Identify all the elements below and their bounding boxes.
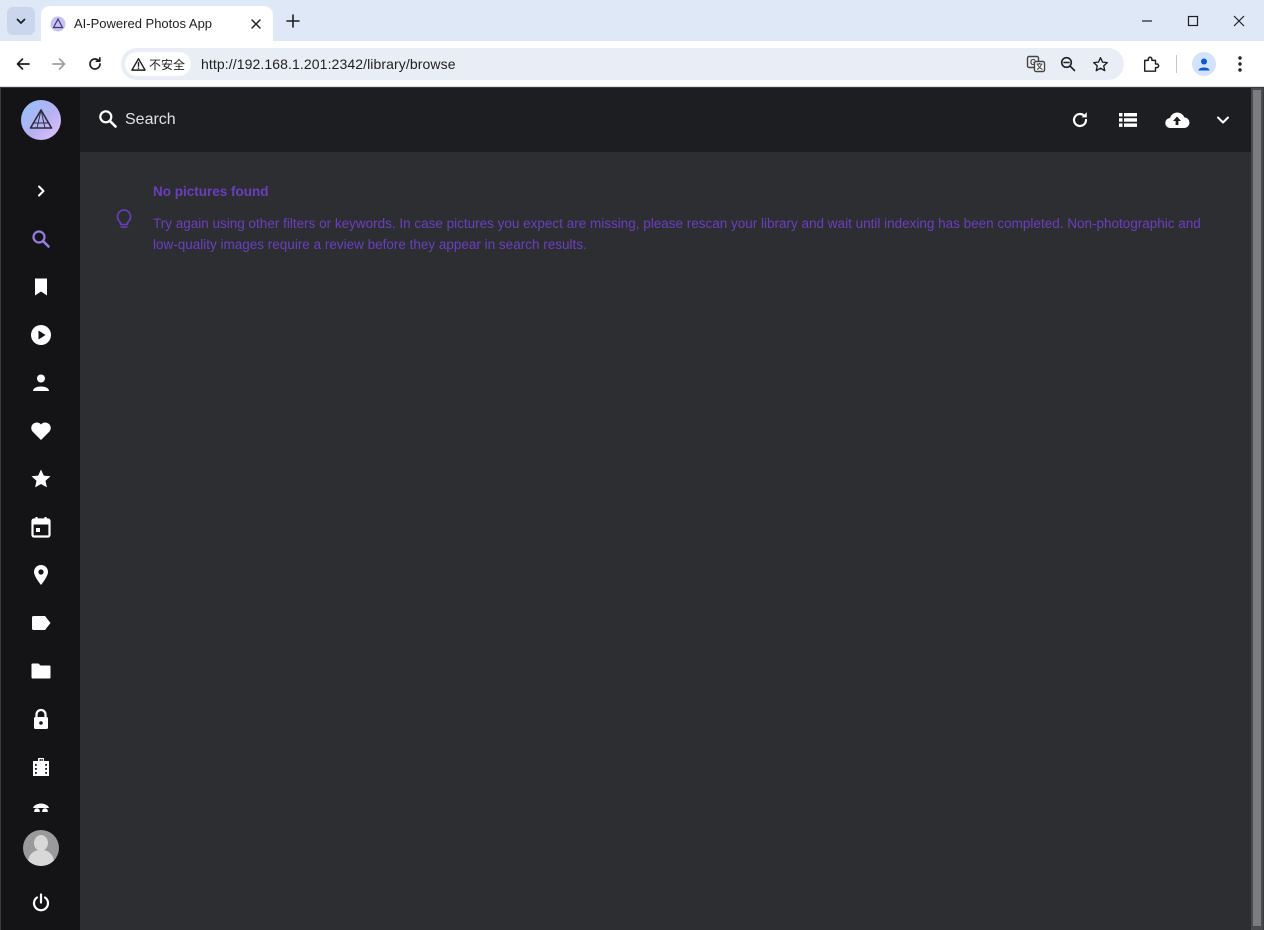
security-label: 不安全: [149, 57, 186, 72]
sidebar-item-favorites[interactable]: [28, 418, 54, 444]
sidebar-nav: [1, 88, 80, 930]
sidebar-item-calendar[interactable]: [28, 514, 54, 540]
tab-title: AI-Powered Photos App: [74, 16, 213, 31]
app-top-bar: [80, 88, 1251, 152]
zoom-out-icon: [1060, 56, 1076, 72]
tab-close-button[interactable]: [245, 13, 267, 35]
reload-button[interactable]: [81, 50, 109, 78]
sidebar-expand-button[interactable]: [28, 178, 54, 204]
bookmark-icon: [35, 278, 47, 296]
scrollbar-thumb[interactable]: [1253, 90, 1261, 926]
search-icon: [32, 230, 50, 248]
maximize-icon: [1187, 15, 1199, 27]
forward-button[interactable]: [45, 50, 73, 78]
browser-toolbar: 不安全 http://192.168.1.201:2342/library/br…: [0, 41, 1264, 87]
sidebar-item-more[interactable]: [28, 800, 54, 812]
triangle-logo-icon: [29, 109, 53, 129]
translate-icon: G: [1026, 55, 1046, 73]
warning-triangle-icon: [131, 57, 146, 71]
view-list-button[interactable]: [1115, 107, 1141, 133]
security-indicator[interactable]: 不安全: [125, 52, 192, 76]
sidebar-item-people[interactable]: [28, 370, 54, 396]
profile-avatar-button[interactable]: [1192, 52, 1216, 76]
logout-button[interactable]: [28, 890, 54, 916]
zoom-button[interactable]: [1056, 52, 1080, 76]
translate-button[interactable]: G: [1024, 52, 1048, 76]
browser-tab-active[interactable]: AI-Powered Photos App: [41, 6, 273, 41]
avatar-body: [28, 850, 54, 866]
film-icon: [33, 758, 49, 776]
window-close-button[interactable]: [1226, 8, 1252, 34]
refresh-button[interactable]: [1067, 107, 1093, 133]
incognito-icon: [33, 803, 49, 812]
app-favicon-icon: [50, 16, 66, 32]
bookmark-star-button[interactable]: [1088, 52, 1112, 76]
star-icon: [31, 469, 51, 488]
person-icon: [1198, 58, 1210, 71]
puzzle-icon: [1143, 56, 1160, 72]
plus-icon: [286, 14, 300, 28]
sidebar-item-folders[interactable]: [28, 658, 54, 684]
window-minimize-button[interactable]: [1134, 8, 1160, 34]
chevron-down-icon: [1217, 116, 1229, 124]
sidebar-item-albums[interactable]: [28, 274, 54, 300]
label-icon: [32, 616, 51, 630]
url-text[interactable]: http://192.168.1.201:2342/library/browse: [201, 56, 456, 72]
reload-icon: [89, 56, 101, 70]
close-icon: [1233, 15, 1245, 27]
more-vertical-icon: [1238, 56, 1242, 72]
new-tab-button[interactable]: [281, 9, 305, 33]
sidebar-item-moments[interactable]: [28, 466, 54, 492]
chevron-down-icon: [16, 18, 26, 24]
folder-icon: [31, 663, 51, 679]
heart-icon: [31, 422, 51, 440]
sidebar-item-search[interactable]: [28, 226, 54, 252]
app-logo[interactable]: [21, 100, 61, 140]
lightbulb-icon: [114, 208, 136, 230]
list-view-icon: [1119, 113, 1137, 127]
star-outline-icon: [1092, 56, 1108, 71]
user-avatar[interactable]: [23, 830, 59, 866]
browser-tab-bar: AI-Powered Photos App: [0, 0, 1264, 41]
extensions-button[interactable]: [1137, 50, 1165, 78]
sidebar-item-library[interactable]: [28, 754, 54, 780]
page-scrollbar[interactable]: [1251, 88, 1263, 930]
lock-icon: [34, 708, 48, 729]
search-input[interactable]: [125, 108, 625, 132]
play-circle-icon: [31, 325, 51, 345]
window-maximize-button[interactable]: [1180, 8, 1206, 34]
close-icon: [251, 18, 261, 29]
cloud-upload-icon: [1165, 112, 1190, 129]
address-bar[interactable]: 不安全 http://192.168.1.201:2342/library/br…: [121, 48, 1124, 80]
minimize-icon: [1142, 20, 1152, 22]
sidebar-item-places[interactable]: [28, 562, 54, 588]
arrow-left-icon: [16, 58, 30, 70]
avatar-head: [34, 835, 48, 851]
upload-button[interactable]: [1162, 107, 1192, 133]
sidebar-item-videos[interactable]: [28, 322, 54, 348]
calendar-icon: [31, 517, 51, 538]
browser-menu-button[interactable]: [1226, 50, 1254, 78]
person-icon: [33, 374, 49, 391]
search-icon: [98, 109, 120, 131]
more-options-button[interactable]: [1210, 107, 1236, 133]
map-pin-icon: [34, 565, 48, 585]
empty-state-title: No pictures found: [153, 184, 269, 199]
chevron-right-icon: [38, 185, 45, 197]
sidebar-item-labels[interactable]: [28, 610, 54, 636]
toolbar-separator: [1176, 55, 1177, 73]
refresh-icon: [1072, 112, 1088, 128]
empty-state-message: Try again using other filters or keyword…: [153, 216, 1201, 252]
sidebar-item-private[interactable]: [28, 706, 54, 732]
back-button[interactable]: [9, 50, 37, 78]
arrow-right-icon: [52, 58, 66, 70]
tab-search-button[interactable]: [7, 7, 35, 35]
app-root: No pictures found Try again using other …: [1, 88, 1263, 930]
power-icon: [32, 893, 50, 912]
